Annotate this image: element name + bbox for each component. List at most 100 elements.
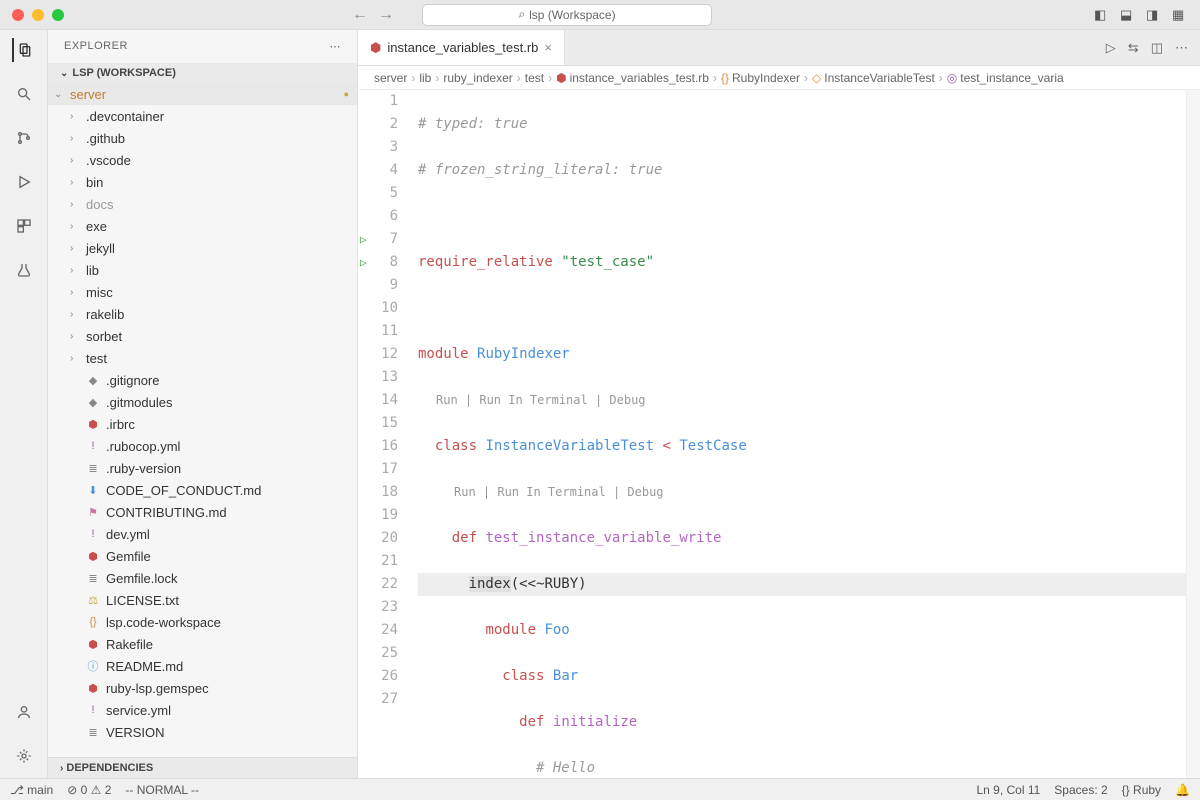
tree-file[interactable]: ⬢.irbrc bbox=[48, 413, 357, 435]
tree-folder[interactable]: ›test bbox=[48, 347, 357, 369]
accounts-icon[interactable] bbox=[12, 700, 36, 724]
tab-instance-variables-test[interactable]: ⬢ instance_variables_test.rb × bbox=[358, 30, 565, 65]
command-center[interactable]: ⌕ lsp (Workspace) bbox=[422, 4, 712, 26]
layout-sidebar-left-icon[interactable]: ◧ bbox=[1094, 7, 1110, 23]
ruby-file-icon: ⬢ bbox=[370, 40, 381, 56]
file-label: .gitignore bbox=[106, 373, 159, 388]
language-mode[interactable]: {} Ruby bbox=[1122, 783, 1161, 797]
layout-sidebar-right-icon[interactable]: ◨ bbox=[1146, 7, 1162, 23]
tree-file[interactable]: {}lsp.code-workspace bbox=[48, 611, 357, 633]
tree-folder[interactable]: ›exe bbox=[48, 215, 357, 237]
run-glyph-icon[interactable]: ▷ bbox=[360, 228, 367, 251]
tree-file[interactable]: ⬇CODE_OF_CONDUCT.md bbox=[48, 479, 357, 501]
file-icon: ⚖ bbox=[86, 594, 100, 607]
code-editor[interactable]: 123456 7▷ 8▷9101112131415161718192021222… bbox=[358, 90, 1200, 778]
play-icon[interactable]: ▷ bbox=[1106, 40, 1116, 56]
chevron-right-icon: › bbox=[70, 177, 80, 188]
bc-server[interactable]: server bbox=[374, 71, 407, 85]
gutter: 123456 7▷ 8▷9101112131415161718192021222… bbox=[358, 90, 418, 778]
file-icon: ◆ bbox=[86, 396, 100, 409]
file-label: README.md bbox=[106, 659, 183, 674]
folder-label: docs bbox=[86, 197, 113, 212]
indentation[interactable]: Spaces: 2 bbox=[1054, 783, 1107, 797]
file-label: .rubocop.yml bbox=[106, 439, 180, 454]
statusbar: ⎇ main ⊘ 0 ⚠ 2 -- NORMAL -- Ln 9, Col 11… bbox=[0, 778, 1200, 800]
testing-icon[interactable] bbox=[12, 258, 36, 282]
tree-folder[interactable]: ›sorbet bbox=[48, 325, 357, 347]
notifications-icon[interactable]: 🔔 bbox=[1175, 783, 1190, 797]
tree-file[interactable]: ◆.gitignore bbox=[48, 369, 357, 391]
close-icon[interactable]: × bbox=[544, 40, 552, 55]
problems-indicator[interactable]: ⊘ 0 ⚠ 2 bbox=[67, 783, 111, 797]
tree-folder[interactable]: ›lib bbox=[48, 259, 357, 281]
search-icon[interactable] bbox=[12, 82, 36, 106]
tree-file[interactable]: ⚖LICENSE.txt bbox=[48, 589, 357, 611]
tree-file[interactable]: ⬢ruby-lsp.gemspec bbox=[48, 677, 357, 699]
tree-folder[interactable]: ›bin bbox=[48, 171, 357, 193]
minimize-window[interactable] bbox=[32, 9, 44, 21]
tree-folder[interactable]: ›.vscode bbox=[48, 149, 357, 171]
nav-forward[interactable]: → bbox=[378, 6, 394, 24]
more-icon[interactable]: ⋯ bbox=[330, 40, 342, 53]
close-window[interactable] bbox=[12, 9, 24, 21]
tree-file[interactable]: !dev.yml bbox=[48, 523, 357, 545]
sidebar-title: EXPLORER ⋯ bbox=[48, 30, 357, 63]
source-control-icon[interactable] bbox=[12, 126, 36, 150]
maximize-window[interactable] bbox=[52, 9, 64, 21]
file-icon: ⬢ bbox=[86, 638, 100, 651]
file-icon: ⬇ bbox=[86, 484, 100, 497]
file-label: Rakefile bbox=[106, 637, 153, 652]
run-glyph-icon[interactable]: ▷ bbox=[360, 251, 367, 274]
tree-file[interactable]: ⓘREADME.md bbox=[48, 655, 357, 677]
layout-panel-icon[interactable]: ⬓ bbox=[1120, 7, 1136, 23]
bc-class[interactable]: ◇InstanceVariableTest bbox=[812, 71, 935, 85]
tree-folder[interactable]: ›docs bbox=[48, 193, 357, 215]
tree-file[interactable]: ≣VERSION bbox=[48, 721, 357, 743]
tree-file[interactable]: ⬢ Rakefile bbox=[48, 633, 357, 655]
layout-customize-icon[interactable]: ▦ bbox=[1172, 7, 1188, 23]
chevron-right-icon: › bbox=[70, 111, 80, 122]
tree-file[interactable]: ◆.gitmodules bbox=[48, 391, 357, 413]
activity-bar bbox=[0, 30, 48, 778]
tree-folder[interactable]: ›jekyll bbox=[48, 237, 357, 259]
branch-indicator[interactable]: ⎇ main bbox=[10, 783, 53, 797]
folder-label: rakelib bbox=[86, 307, 124, 322]
workspace-header[interactable]: ⌄ LSP (WORKSPACE) bbox=[48, 63, 357, 83]
bc-module[interactable]: {}RubyIndexer bbox=[721, 71, 800, 85]
tree-file[interactable]: ⬢Gemfile bbox=[48, 545, 357, 567]
code[interactable]: # typed: true # frozen_string_literal: t… bbox=[418, 90, 1186, 778]
codelens[interactable]: Run | Run In Terminal | Debug bbox=[418, 389, 1186, 412]
tree-file[interactable]: !service.yml bbox=[48, 699, 357, 721]
compare-icon[interactable]: ⇆ bbox=[1128, 40, 1139, 56]
tree-file[interactable]: ⚑CONTRIBUTING.md bbox=[48, 501, 357, 523]
bc-test[interactable]: test bbox=[525, 71, 544, 85]
codelens[interactable]: Run | Run In Terminal | Debug bbox=[418, 481, 1186, 504]
breadcrumb[interactable]: server› lib› ruby_indexer› test› ⬢instan… bbox=[358, 66, 1200, 90]
dependencies-header[interactable]: › DEPENDENCIES bbox=[48, 757, 357, 778]
modified-dot-icon: ● bbox=[344, 89, 349, 99]
tree-file[interactable]: ≣.ruby-version bbox=[48, 457, 357, 479]
explorer-icon[interactable] bbox=[12, 38, 36, 62]
bc-method[interactable]: ◎test_instance_varia bbox=[947, 71, 1064, 85]
chevron-down-icon: ⌄ bbox=[60, 68, 68, 79]
extensions-icon[interactable] bbox=[12, 214, 36, 238]
tabs: ⬢ instance_variables_test.rb × ▷ ⇆ ◫ ⋯ bbox=[358, 30, 1200, 66]
tree-folder[interactable]: ›misc bbox=[48, 281, 357, 303]
tree-folder[interactable]: ›rakelib bbox=[48, 303, 357, 325]
bc-lib[interactable]: lib bbox=[419, 71, 431, 85]
tree-file[interactable]: ≣Gemfile.lock bbox=[48, 567, 357, 589]
split-icon[interactable]: ◫ bbox=[1151, 40, 1163, 56]
workspace-label: LSP (WORKSPACE) bbox=[72, 67, 176, 79]
run-debug-icon[interactable] bbox=[12, 170, 36, 194]
tree-folder[interactable]: ›.devcontainer bbox=[48, 105, 357, 127]
bc-file[interactable]: ⬢instance_variables_test.rb bbox=[556, 71, 709, 85]
cursor-position[interactable]: Ln 9, Col 11 bbox=[976, 783, 1040, 797]
bc-ruby-indexer[interactable]: ruby_indexer bbox=[443, 71, 512, 85]
settings-icon[interactable] bbox=[12, 744, 36, 768]
tree-folder[interactable]: ›.github bbox=[48, 127, 357, 149]
tree-root-server[interactable]: ⌄ server ● bbox=[48, 83, 357, 105]
tree-file[interactable]: !.rubocop.yml bbox=[48, 435, 357, 457]
minimap[interactable] bbox=[1186, 90, 1200, 778]
nav-back[interactable]: ← bbox=[352, 6, 368, 24]
more-icon[interactable]: ⋯ bbox=[1175, 40, 1188, 56]
